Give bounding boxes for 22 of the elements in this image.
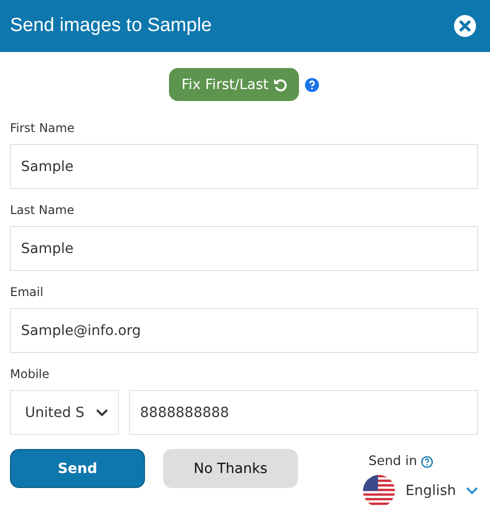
chevron-down-icon [96, 408, 108, 416]
language-label: Send in [368, 454, 418, 469]
chevron-down-icon [466, 487, 478, 495]
undo-icon [272, 78, 286, 92]
field-label: Last Name [10, 203, 76, 218]
cancel-button[interactable]: No Thanks [163, 449, 298, 488]
field-label: First Name [10, 121, 76, 136]
fix-names-button[interactable]: Fix First/Last [169, 68, 298, 101]
text-field[interactable]: Sample [10, 144, 478, 189]
phone-field[interactable]: 8888888888 [129, 390, 478, 435]
send-button[interactable]: Send [10, 449, 145, 488]
field-label: Email [10, 285, 44, 300]
text-field[interactable]: Sample@info.org [10, 308, 478, 353]
field-label: Mobile [10, 367, 50, 382]
help-icon[interactable] [421, 456, 434, 468]
country-select[interactable]: United S [10, 390, 119, 435]
close-icon[interactable] [454, 15, 476, 37]
help-icon[interactable] [304, 78, 318, 92]
window-title: Send images to Sample [10, 15, 212, 37]
flag-icon [363, 475, 396, 507]
language-select[interactable]: English [363, 475, 478, 507]
text-field[interactable]: Sample [10, 226, 478, 271]
